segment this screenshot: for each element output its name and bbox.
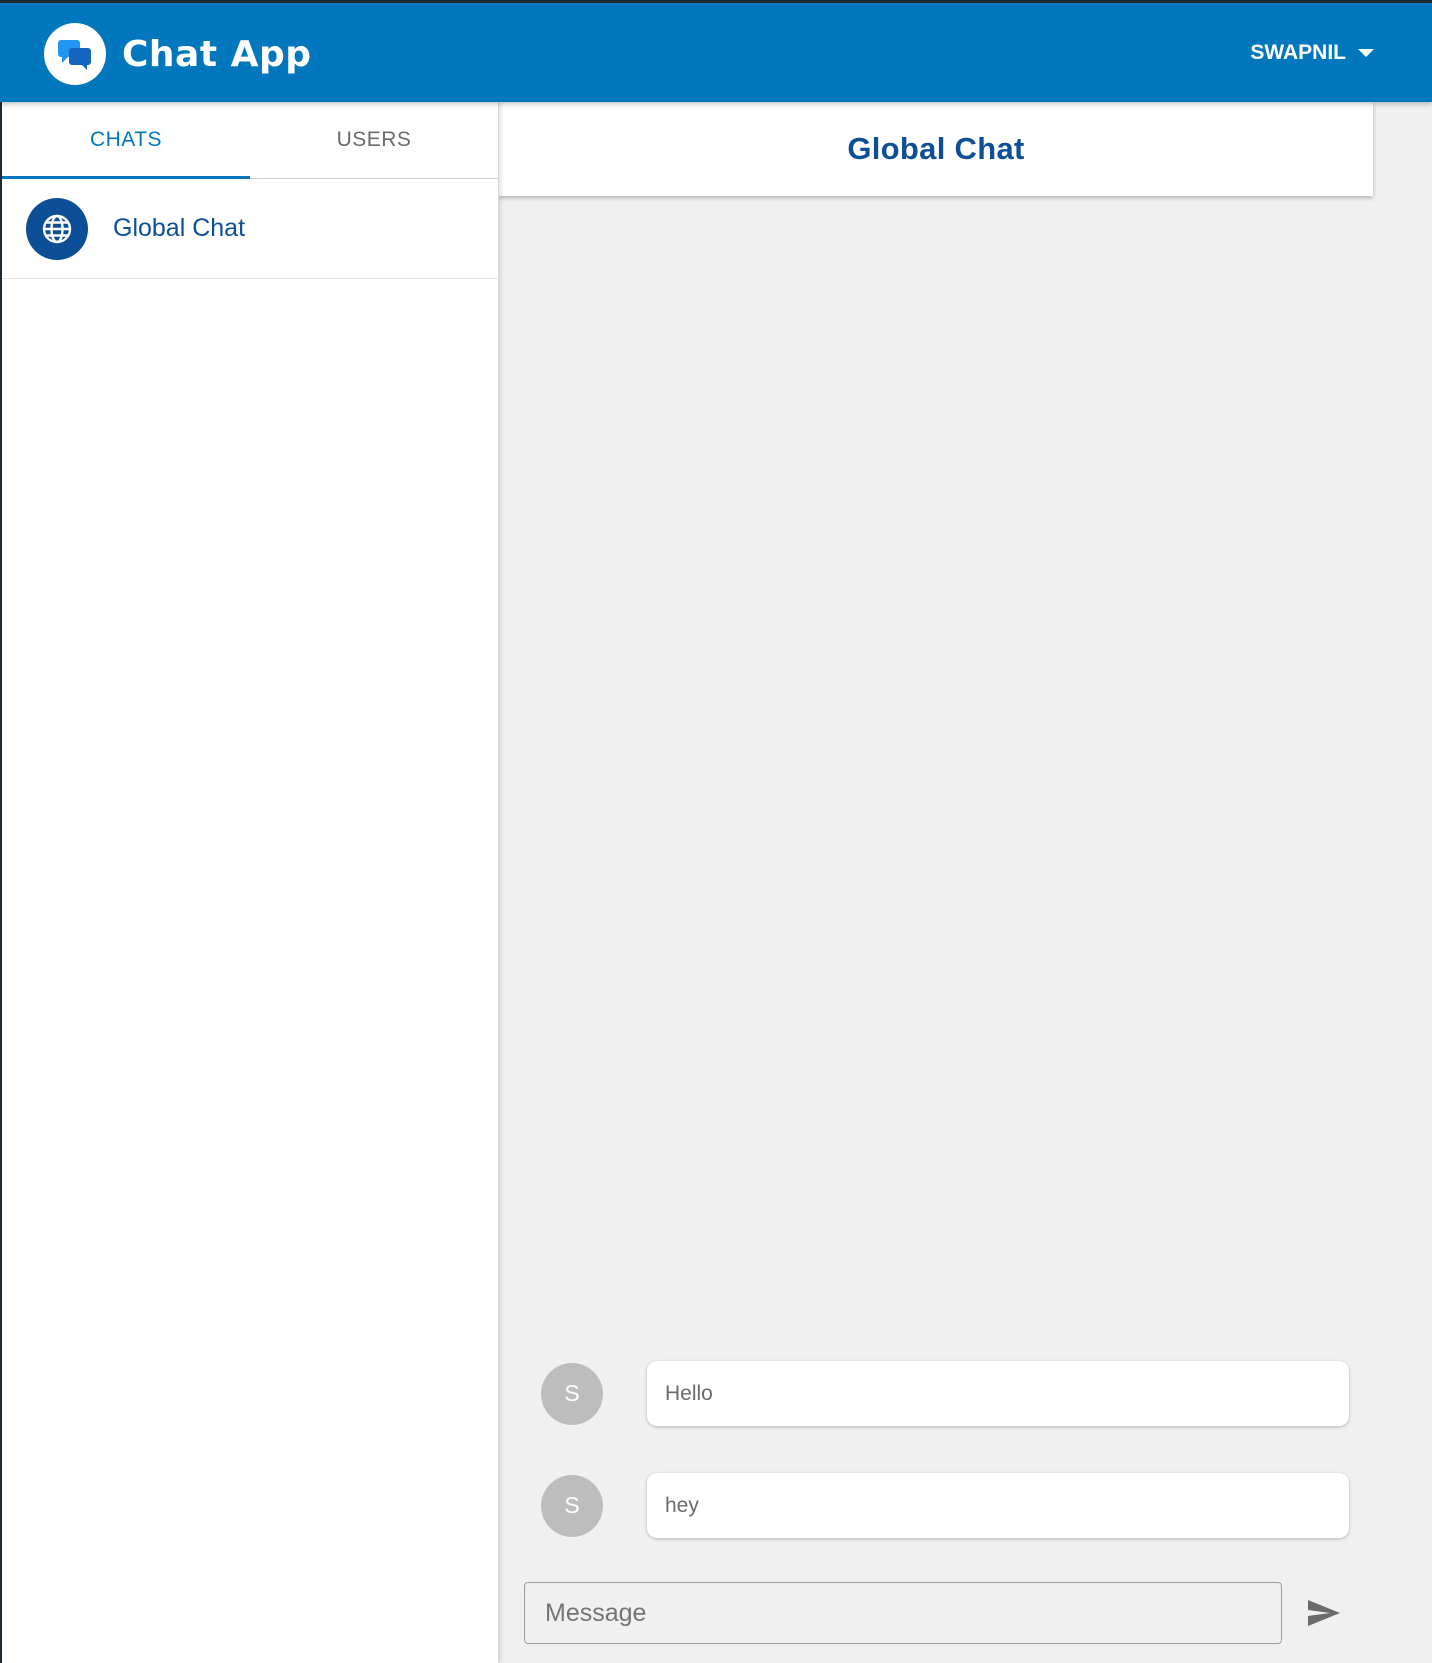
caret-down-icon <box>1358 49 1374 57</box>
user-menu-button[interactable]: SWAPNIL <box>1250 41 1374 65</box>
sidebar-tabs: CHATS USERS <box>2 102 498 179</box>
brand[interactable]: Chat App <box>44 23 311 85</box>
conversation-header: Global Chat <box>499 102 1373 196</box>
message-composer <box>524 1582 1346 1644</box>
tab-users[interactable]: USERS <box>250 102 498 178</box>
app-bar: Chat App SWAPNIL <box>0 0 1432 102</box>
chat-list-item-label: Global Chat <box>113 214 246 242</box>
message-item: S Hello <box>541 1361 1349 1426</box>
globe-icon <box>26 197 88 260</box>
chat-list-item-global-chat[interactable]: Global Chat <box>2 179 498 279</box>
message-input[interactable] <box>524 1582 1282 1644</box>
sidebar: CHATS USERS Global Chat <box>0 102 499 1663</box>
avatar: S <box>541 1474 603 1537</box>
conversation-title: Global Chat <box>847 131 1025 166</box>
app-title: Chat App <box>122 33 312 75</box>
tab-chats[interactable]: CHATS <box>2 102 250 178</box>
user-name: SWAPNIL <box>1250 41 1346 64</box>
message-item: S hey <box>541 1473 1349 1538</box>
send-icon <box>1308 1600 1340 1626</box>
active-tab-indicator <box>2 176 250 179</box>
chat-logo-icon <box>44 23 106 85</box>
message-bubble: Hello <box>647 1361 1349 1426</box>
avatar: S <box>541 1362 603 1425</box>
send-button[interactable] <box>1302 1591 1346 1635</box>
message-bubble: hey <box>647 1473 1349 1538</box>
